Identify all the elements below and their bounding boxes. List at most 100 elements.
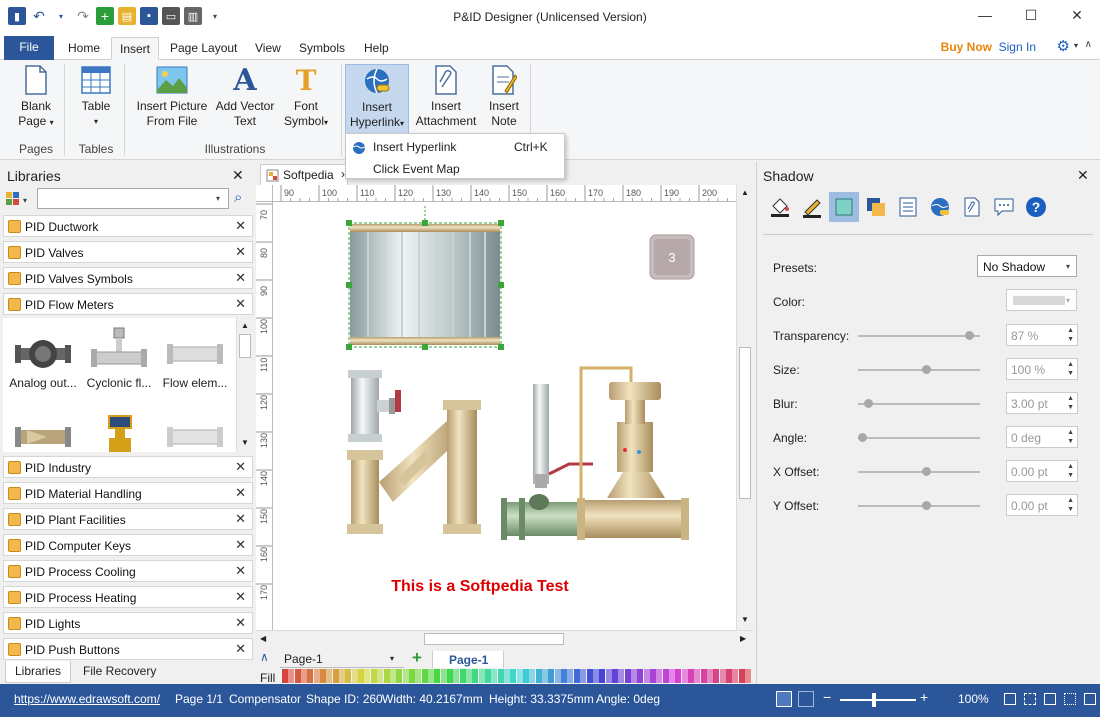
shadow-property-spinner[interactable]: 0 deg ▲ ▼	[1006, 426, 1078, 448]
color-swatch[interactable]	[491, 669, 498, 683]
libraries-close-icon[interactable]: ✕	[232, 167, 244, 184]
color-swatch[interactable]	[427, 669, 434, 683]
spinner-arrows-icon[interactable]: ▲ ▼	[1067, 496, 1074, 514]
tab-symbols[interactable]: Symbols	[291, 37, 353, 60]
color-swatch[interactable]	[421, 669, 428, 683]
library-close-icon[interactable]: ✕	[235, 511, 246, 527]
library-item[interactable]: PID Valves Symbols ✕	[3, 267, 253, 289]
page-setup-icon[interactable]	[1084, 693, 1096, 705]
help-icon[interactable]: ?	[1021, 192, 1051, 222]
color-swatch[interactable]	[497, 669, 504, 683]
minimize-button[interactable]: —	[962, 0, 1008, 30]
shape-cyclonic-flow[interactable]: Cyclonic fl...	[81, 326, 157, 390]
add-vector-text-button[interactable]: A Add Vector Text	[212, 64, 278, 134]
sign-in-link[interactable]: Sign In	[999, 40, 1036, 54]
color-swatch[interactable]	[681, 669, 688, 683]
spinner-arrows-icon[interactable]: ▲ ▼	[1067, 326, 1074, 344]
presentation-icon[interactable]	[1064, 693, 1076, 705]
layer-icon[interactable]	[861, 192, 891, 222]
color-swatch[interactable]	[465, 669, 472, 683]
slider-knob[interactable]	[858, 433, 867, 442]
color-swatch[interactable]	[282, 669, 288, 683]
full-screen-icon[interactable]	[1044, 693, 1056, 705]
color-swatch[interactable]	[332, 669, 339, 683]
web-view-icon[interactable]	[798, 691, 814, 707]
color-swatch[interactable]	[605, 669, 612, 683]
color-swatch[interactable]	[586, 669, 593, 683]
color-swatch[interactable]	[516, 669, 523, 683]
scroll-up-icon[interactable]: ▲	[741, 188, 749, 197]
shadow-property-spinner[interactable]: 0.00 pt ▲ ▼	[1006, 460, 1078, 482]
color-swatch[interactable]	[643, 669, 650, 683]
slider-knob[interactable]	[922, 365, 931, 374]
color-swatch[interactable]	[668, 669, 675, 683]
menu-item-insert-hyperlink[interactable]: Insert Hyperlink Ctrl+K	[346, 136, 564, 158]
library-close-icon[interactable]: ✕	[235, 641, 246, 657]
tab-home[interactable]: Home	[60, 37, 108, 60]
color-swatch[interactable]	[383, 669, 390, 683]
library-close-icon[interactable]: ✕	[235, 244, 246, 260]
library-close-icon[interactable]: ✕	[235, 218, 246, 234]
color-swatch[interactable]	[700, 669, 707, 683]
library-close-icon[interactable]: ✕	[235, 485, 246, 501]
color-swatch[interactable]	[561, 669, 568, 683]
search-dropdown-icon[interactable]: ▾	[216, 194, 220, 203]
library-item[interactable]: PID Process Cooling ✕	[3, 560, 253, 582]
color-swatch[interactable]	[358, 669, 365, 683]
color-swatch[interactable]	[345, 669, 352, 683]
shape-partial-2[interactable]	[81, 414, 157, 458]
color-swatch[interactable]	[389, 669, 396, 683]
library-scrollbar[interactable]: ▲ ▼	[236, 318, 253, 452]
collapse-icon[interactable]: ∧	[260, 650, 269, 664]
tab-libraries[interactable]: Libraries	[5, 661, 72, 683]
insert-attachment-button[interactable]: Insert Attachment	[412, 64, 480, 134]
zoom-in-icon[interactable]: +	[920, 689, 928, 705]
color-swatch[interactable]	[745, 669, 752, 683]
color-swatch[interactable]	[459, 669, 466, 683]
color-swatch[interactable]	[364, 669, 371, 683]
settings-dropdown-icon[interactable]: ▾	[1074, 41, 1078, 50]
library-item[interactable]: PID Push Buttons ✕	[3, 638, 253, 660]
zoom-out-icon[interactable]: −	[823, 689, 831, 705]
color-swatch[interactable]	[611, 669, 618, 683]
color-swatch[interactable]	[326, 669, 333, 683]
shadow-property-slider[interactable]	[858, 501, 980, 510]
library-item[interactable]: PID Process Heating ✕	[3, 586, 253, 608]
compensator-shape[interactable]	[346, 206, 504, 350]
shadow-property-spinner[interactable]: 87 % ▲ ▼	[1006, 324, 1078, 346]
fit-width-icon[interactable]	[1024, 693, 1036, 705]
shadow-property-spinner[interactable]: 3.00 pt ▲ ▼	[1006, 392, 1078, 414]
shape-analog-output[interactable]: Analog out...	[5, 332, 81, 390]
color-swatch[interactable]	[637, 669, 644, 683]
color-swatch[interactable]	[408, 669, 415, 683]
shadow-property-slider[interactable]	[858, 365, 980, 374]
library-close-icon[interactable]: ✕	[235, 296, 246, 312]
color-swatch[interactable]	[738, 669, 745, 683]
search-icon[interactable]: ⌕	[234, 189, 242, 206]
library-close-icon[interactable]: ✕	[235, 615, 246, 631]
document-tab[interactable]: Softpedia ›	[260, 164, 348, 185]
library-item[interactable]: PID Flow Meters ✕	[3, 293, 253, 315]
color-swatch[interactable]	[624, 669, 631, 683]
slider-knob[interactable]	[864, 399, 873, 408]
color-swatch[interactable]	[313, 669, 320, 683]
color-swatch[interactable]	[675, 669, 682, 683]
scroll-thumb[interactable]	[424, 633, 564, 645]
properties-list-icon[interactable]	[893, 192, 923, 222]
color-swatch[interactable]	[301, 669, 308, 683]
tab-file-recovery[interactable]: File Recovery	[74, 661, 165, 683]
library-item[interactable]: PID Valves ✕	[3, 241, 253, 263]
library-close-icon[interactable]: ✕	[235, 563, 246, 579]
library-close-icon[interactable]: ✕	[235, 270, 246, 286]
color-swatch[interactable]	[446, 669, 453, 683]
color-swatch[interactable]	[485, 669, 491, 683]
spinner-arrows-icon[interactable]: ▲ ▼	[1067, 394, 1074, 412]
library-menu-icon[interactable]: ▾	[5, 190, 33, 208]
color-swatch[interactable]	[440, 669, 447, 683]
canvas-horizontal-scrollbar[interactable]: ◀ ▶	[256, 630, 753, 647]
scroll-down-icon[interactable]: ▼	[241, 438, 249, 447]
color-swatch[interactable]	[618, 669, 625, 683]
buy-now-link[interactable]: Buy Now	[941, 40, 992, 54]
attachment-icon[interactable]	[957, 192, 987, 222]
color-swatch[interactable]	[434, 669, 441, 683]
